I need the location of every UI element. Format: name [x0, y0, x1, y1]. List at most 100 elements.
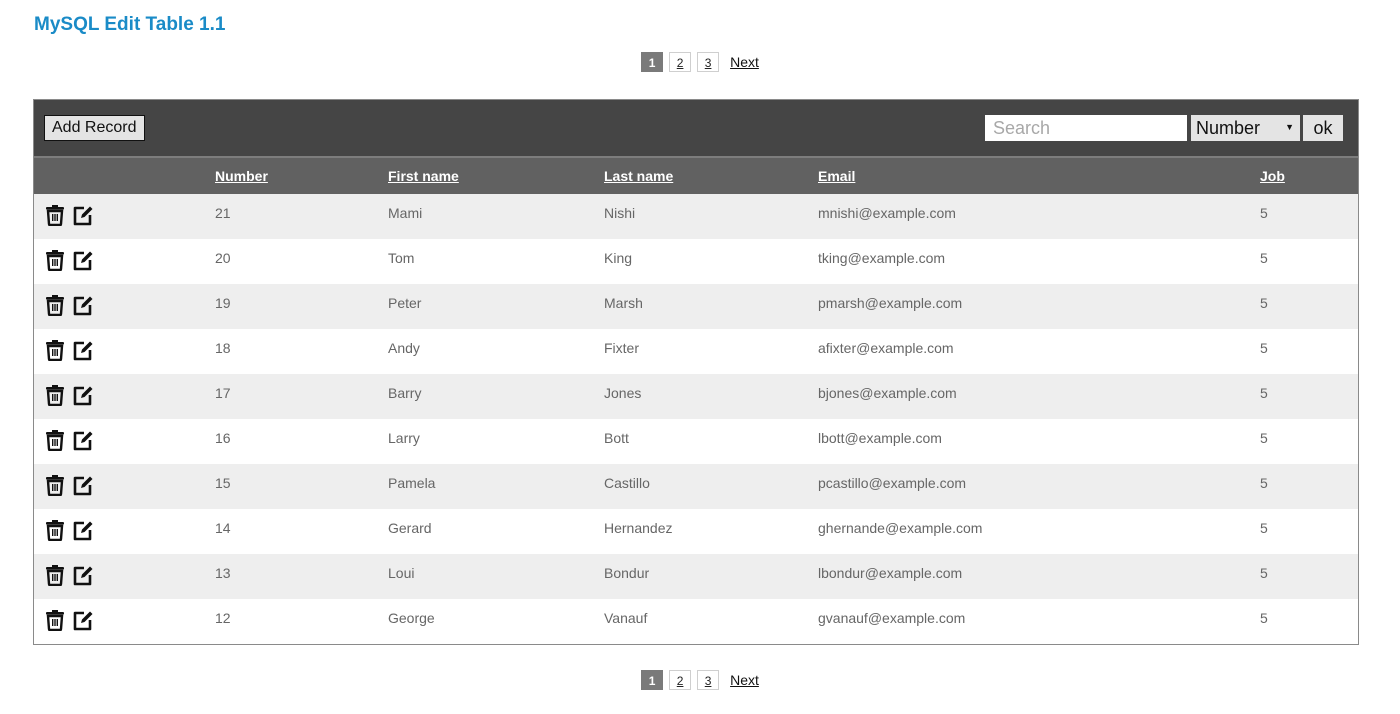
table-row: 12GeorgeVanaufgvanauf@example.com5	[34, 599, 1358, 644]
edit-icon[interactable]	[72, 339, 94, 361]
cell-first-name: Gerard	[388, 509, 604, 554]
search-field-select[interactable]: Number ▼	[1191, 115, 1300, 141]
cell-number: 13	[215, 554, 388, 599]
trash-icon[interactable]	[44, 609, 66, 631]
cell-number: 16	[215, 419, 388, 464]
cell-first-name: Tom	[388, 239, 604, 284]
table-row: 17BarryJonesbjones@example.com5	[34, 374, 1358, 419]
cell-email: pmarsh@example.com	[818, 284, 1260, 329]
cell-first-name: Loui	[388, 554, 604, 599]
trash-icon[interactable]	[44, 294, 66, 316]
cell-email: lbondur@example.com	[818, 554, 1260, 599]
next-page-link[interactable]: Next	[730, 54, 759, 70]
cell-job: 5	[1260, 194, 1358, 239]
cell-job: 5	[1260, 554, 1358, 599]
trash-icon[interactable]	[44, 249, 66, 271]
edit-icon[interactable]	[72, 474, 94, 496]
cell-number: 12	[215, 599, 388, 644]
table-header-row: Number First name Last name Email Job	[34, 158, 1358, 194]
header-actions	[34, 158, 215, 194]
cell-number: 15	[215, 464, 388, 509]
page-link-1[interactable]: 1	[641, 52, 663, 72]
cell-first-name: Larry	[388, 419, 604, 464]
page-link-3[interactable]: 3	[697, 52, 719, 72]
header-last-name: Last name	[604, 158, 818, 194]
cell-email: mnishi@example.com	[818, 194, 1260, 239]
cell-job: 5	[1260, 284, 1358, 329]
row-actions	[34, 599, 215, 644]
toolbar: Add Record Number ▼ ok	[34, 100, 1358, 158]
edit-icon[interactable]	[72, 519, 94, 541]
cell-number: 21	[215, 194, 388, 239]
cell-job: 5	[1260, 239, 1358, 284]
trash-icon[interactable]	[44, 429, 66, 451]
trash-icon[interactable]	[44, 564, 66, 586]
cell-email: gvanauf@example.com	[818, 599, 1260, 644]
sort-last-name-link[interactable]: Last name	[604, 168, 673, 184]
row-actions	[34, 374, 215, 419]
header-number: Number	[215, 158, 388, 194]
row-actions	[34, 239, 215, 284]
row-actions	[34, 464, 215, 509]
edit-icon[interactable]	[72, 564, 94, 586]
trash-icon[interactable]	[44, 339, 66, 361]
page-title: MySQL Edit Table 1.1	[34, 14, 225, 36]
header-email: Email	[818, 158, 1260, 194]
sort-email-link[interactable]: Email	[818, 168, 855, 184]
cell-last-name: Marsh	[604, 284, 818, 329]
add-record-button[interactable]: Add Record	[44, 115, 145, 141]
trash-icon[interactable]	[44, 384, 66, 406]
cell-email: bjones@example.com	[818, 374, 1260, 419]
page-link-3[interactable]: 3	[697, 670, 719, 690]
edit-icon[interactable]	[72, 384, 94, 406]
dropdown-arrow-icon: ▼	[1285, 122, 1294, 132]
table-row: 18AndyFixterafixter@example.com5	[34, 329, 1358, 374]
sort-job-link[interactable]: Job	[1260, 168, 1285, 184]
cell-last-name: Hernandez	[604, 509, 818, 554]
next-page-link[interactable]: Next	[730, 672, 759, 688]
edit-icon[interactable]	[72, 249, 94, 271]
cell-last-name: Nishi	[604, 194, 818, 239]
cell-number: 18	[215, 329, 388, 374]
trash-icon[interactable]	[44, 474, 66, 496]
cell-email: ghernande@example.com	[818, 509, 1260, 554]
records-table: Number First name Last name Email Job 21…	[34, 158, 1358, 644]
search-input[interactable]	[985, 115, 1187, 141]
cell-last-name: King	[604, 239, 818, 284]
cell-job: 5	[1260, 509, 1358, 554]
cell-last-name: Castillo	[604, 464, 818, 509]
table-row: 19PeterMarshpmarsh@example.com5	[34, 284, 1358, 329]
edit-icon[interactable]	[72, 429, 94, 451]
cell-first-name: Peter	[388, 284, 604, 329]
cell-first-name: Mami	[388, 194, 604, 239]
cell-last-name: Bott	[604, 419, 818, 464]
page-link-1[interactable]: 1	[641, 670, 663, 690]
table-row: 16LarryBottlbott@example.com5	[34, 419, 1358, 464]
search-ok-button[interactable]: ok	[1303, 115, 1343, 141]
cell-number: 19	[215, 284, 388, 329]
cell-job: 5	[1260, 374, 1358, 419]
edit-icon[interactable]	[72, 204, 94, 226]
row-actions	[34, 554, 215, 599]
row-actions	[34, 194, 215, 239]
sort-number-link[interactable]: Number	[215, 168, 268, 184]
pagination-top: 1 2 3 Next	[0, 52, 1400, 72]
records-panel: Add Record Number ▼ ok Number First name…	[33, 99, 1359, 645]
header-first-name: First name	[388, 158, 604, 194]
cell-first-name: George	[388, 599, 604, 644]
row-actions	[34, 509, 215, 554]
cell-job: 5	[1260, 419, 1358, 464]
cell-email: tking@example.com	[818, 239, 1260, 284]
edit-icon[interactable]	[72, 609, 94, 631]
trash-icon[interactable]	[44, 519, 66, 541]
trash-icon[interactable]	[44, 204, 66, 226]
cell-number: 14	[215, 509, 388, 554]
cell-first-name: Barry	[388, 374, 604, 419]
row-actions	[34, 329, 215, 374]
page-link-2[interactable]: 2	[669, 670, 691, 690]
cell-job: 5	[1260, 464, 1358, 509]
sort-first-name-link[interactable]: First name	[388, 168, 459, 184]
page-link-2[interactable]: 2	[669, 52, 691, 72]
edit-icon[interactable]	[72, 294, 94, 316]
cell-email: afixter@example.com	[818, 329, 1260, 374]
